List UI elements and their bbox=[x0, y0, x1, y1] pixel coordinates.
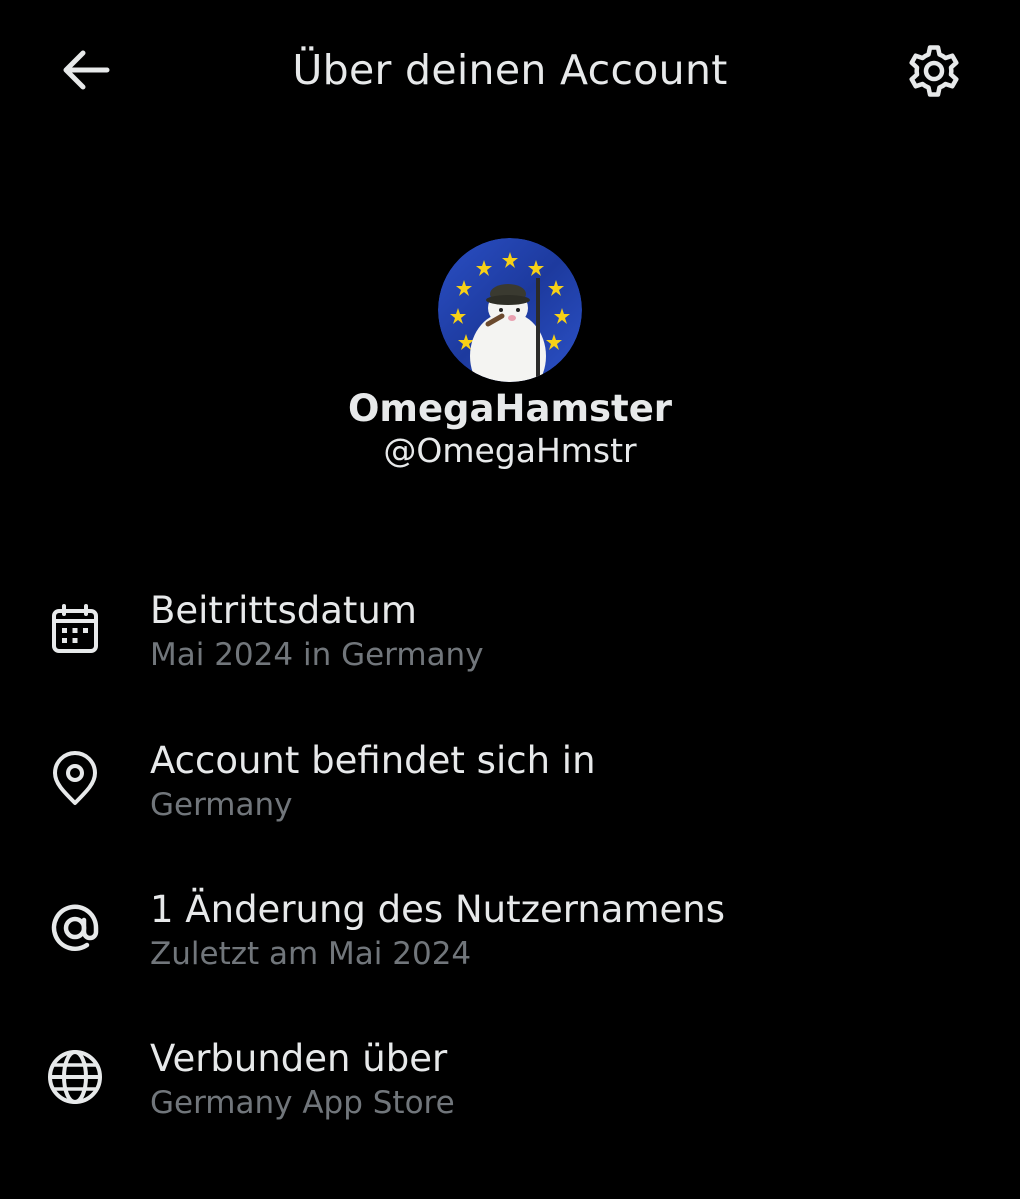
at-sign-icon bbox=[44, 897, 106, 959]
avatar[interactable] bbox=[438, 238, 582, 382]
info-item-account-location: Account befindet sich in Germany bbox=[0, 730, 1020, 840]
user-handle: @OmegaHmstr bbox=[383, 431, 637, 470]
info-value: Germany App Store bbox=[150, 1085, 455, 1121]
info-item-join-date: Beitrittsdatum Mai 2024 in Germany bbox=[0, 580, 1020, 690]
top-bar: Über deinen Account bbox=[0, 0, 1020, 140]
info-label: Verbunden über bbox=[150, 1037, 448, 1080]
profile-section: OmegaHamster @OmegaHmstr bbox=[0, 238, 1020, 470]
calendar-icon bbox=[44, 598, 106, 660]
globe-icon bbox=[44, 1046, 106, 1108]
info-value: Zuletzt am Mai 2024 bbox=[150, 936, 472, 972]
info-item-username-changes: 1 Änderung des Nutzernamens Zuletzt am M… bbox=[0, 879, 1020, 989]
info-label: Account befindet sich in bbox=[150, 739, 596, 782]
info-value: Germany bbox=[150, 787, 293, 823]
info-label: 1 Änderung des Nutzernamens bbox=[150, 888, 725, 931]
info-label: Beitrittsdatum bbox=[150, 589, 417, 632]
location-pin-icon bbox=[44, 748, 106, 810]
info-item-connected-via: Verbunden über Germany App Store bbox=[0, 1028, 1020, 1138]
info-value: Mai 2024 in Germany bbox=[150, 637, 484, 673]
page-title: Über deinen Account bbox=[292, 46, 728, 94]
settings-button[interactable] bbox=[900, 38, 968, 104]
gear-icon bbox=[909, 45, 959, 97]
